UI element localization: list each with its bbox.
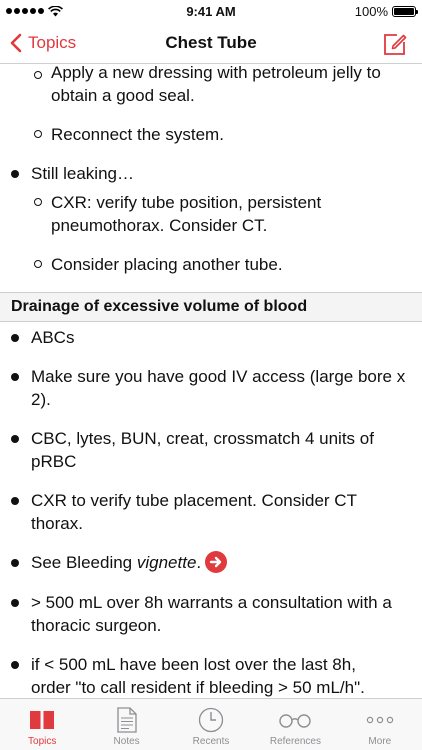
text-line: Apply a new dressing with petroleum jell… — [51, 64, 381, 82]
chevron-left-icon — [10, 33, 22, 53]
vignette-link-text[interactable]: vignette — [137, 553, 197, 572]
sub-bullet — [34, 260, 42, 268]
see-suffix: . — [196, 553, 202, 572]
text-line: Still leaking… — [31, 164, 134, 183]
tab-bar: Topics Notes Recents References More — [0, 698, 422, 750]
text-line: 2). — [31, 390, 51, 409]
text-line: if < 500 mL have been lost over the last… — [31, 655, 356, 674]
text-line: CXR to verify tube placement. Consider C… — [31, 491, 357, 510]
text-line: obtain a good seal. — [51, 86, 195, 105]
text-line: CBC, lytes, BUN, creat, crossmatch 4 uni… — [31, 429, 374, 448]
glasses-icon — [279, 714, 312, 728]
bullet — [11, 334, 19, 342]
sub-bullet — [34, 198, 42, 206]
text-line: thoracic surgeon. — [31, 616, 162, 635]
bullet — [11, 170, 19, 178]
more-icon — [366, 716, 394, 724]
text-line: order "to call resident if bleeding > 50… — [31, 678, 365, 697]
back-button[interactable]: Topics — [10, 22, 76, 64]
tab-label: Notes — [113, 736, 140, 747]
text-line: Consider placing another tube. — [51, 255, 283, 274]
book-icon — [30, 711, 55, 729]
notes-icon — [116, 707, 137, 733]
topic-content[interactable]: Apply a new dressing with petroleum jell… — [0, 64, 422, 698]
bullet — [11, 373, 19, 381]
sub-bullet — [34, 130, 42, 138]
bullet — [11, 599, 19, 607]
tab-label: Topics — [28, 736, 57, 747]
arrow-right-icon — [209, 556, 222, 568]
bullet — [11, 435, 19, 443]
text-line: CXR: verify tube position, persistent — [51, 193, 322, 212]
tab-label: Recents — [192, 736, 230, 747]
tab-recents[interactable]: Recents — [169, 699, 253, 750]
text-line: > 500 mL over 8h warrants a consultation… — [31, 593, 392, 612]
bullet — [11, 661, 19, 669]
text-line: ABCs — [31, 328, 75, 347]
tab-label: More — [368, 736, 392, 747]
sub-bullet — [34, 71, 42, 79]
back-button-label: Topics — [28, 33, 77, 52]
bullet — [11, 559, 19, 567]
see-prefix: See Bleeding — [31, 553, 137, 572]
text-line: pRBC — [31, 452, 77, 471]
vignette-link-button[interactable] — [205, 551, 228, 573]
tab-more[interactable]: More — [338, 699, 422, 750]
text-line: pneumothorax. Consider CT. — [51, 216, 268, 235]
text-line: thorax. — [31, 514, 83, 533]
status-right: 100% — [354, 3, 418, 19]
status-left — [6, 5, 63, 17]
tab-topics[interactable]: Topics — [0, 699, 84, 750]
navigation-bar: Topics Chest Tube — [0, 22, 422, 64]
compose-icon[interactable] — [382, 31, 408, 57]
battery-icon — [392, 5, 418, 17]
signal-strength-icon — [6, 8, 44, 14]
page-title: Chest Tube — [165, 32, 257, 52]
tab-references[interactable]: References — [253, 699, 337, 750]
text-line: See Bleeding vignette. — [31, 551, 408, 574]
tab-notes[interactable]: Notes — [84, 699, 168, 750]
bullet — [11, 497, 19, 505]
battery-percentage: 100% — [354, 3, 388, 19]
text-line: Reconnect the system. — [51, 125, 224, 144]
status-bar: 9:41 AM 100% — [0, 0, 422, 22]
clock-icon — [198, 707, 224, 733]
tab-label: References — [269, 736, 321, 747]
wifi-icon — [48, 5, 63, 16]
text-line: Make sure you have good IV access (large… — [31, 367, 406, 386]
section-header: Drainage of excessive volume of blood — [0, 292, 422, 322]
